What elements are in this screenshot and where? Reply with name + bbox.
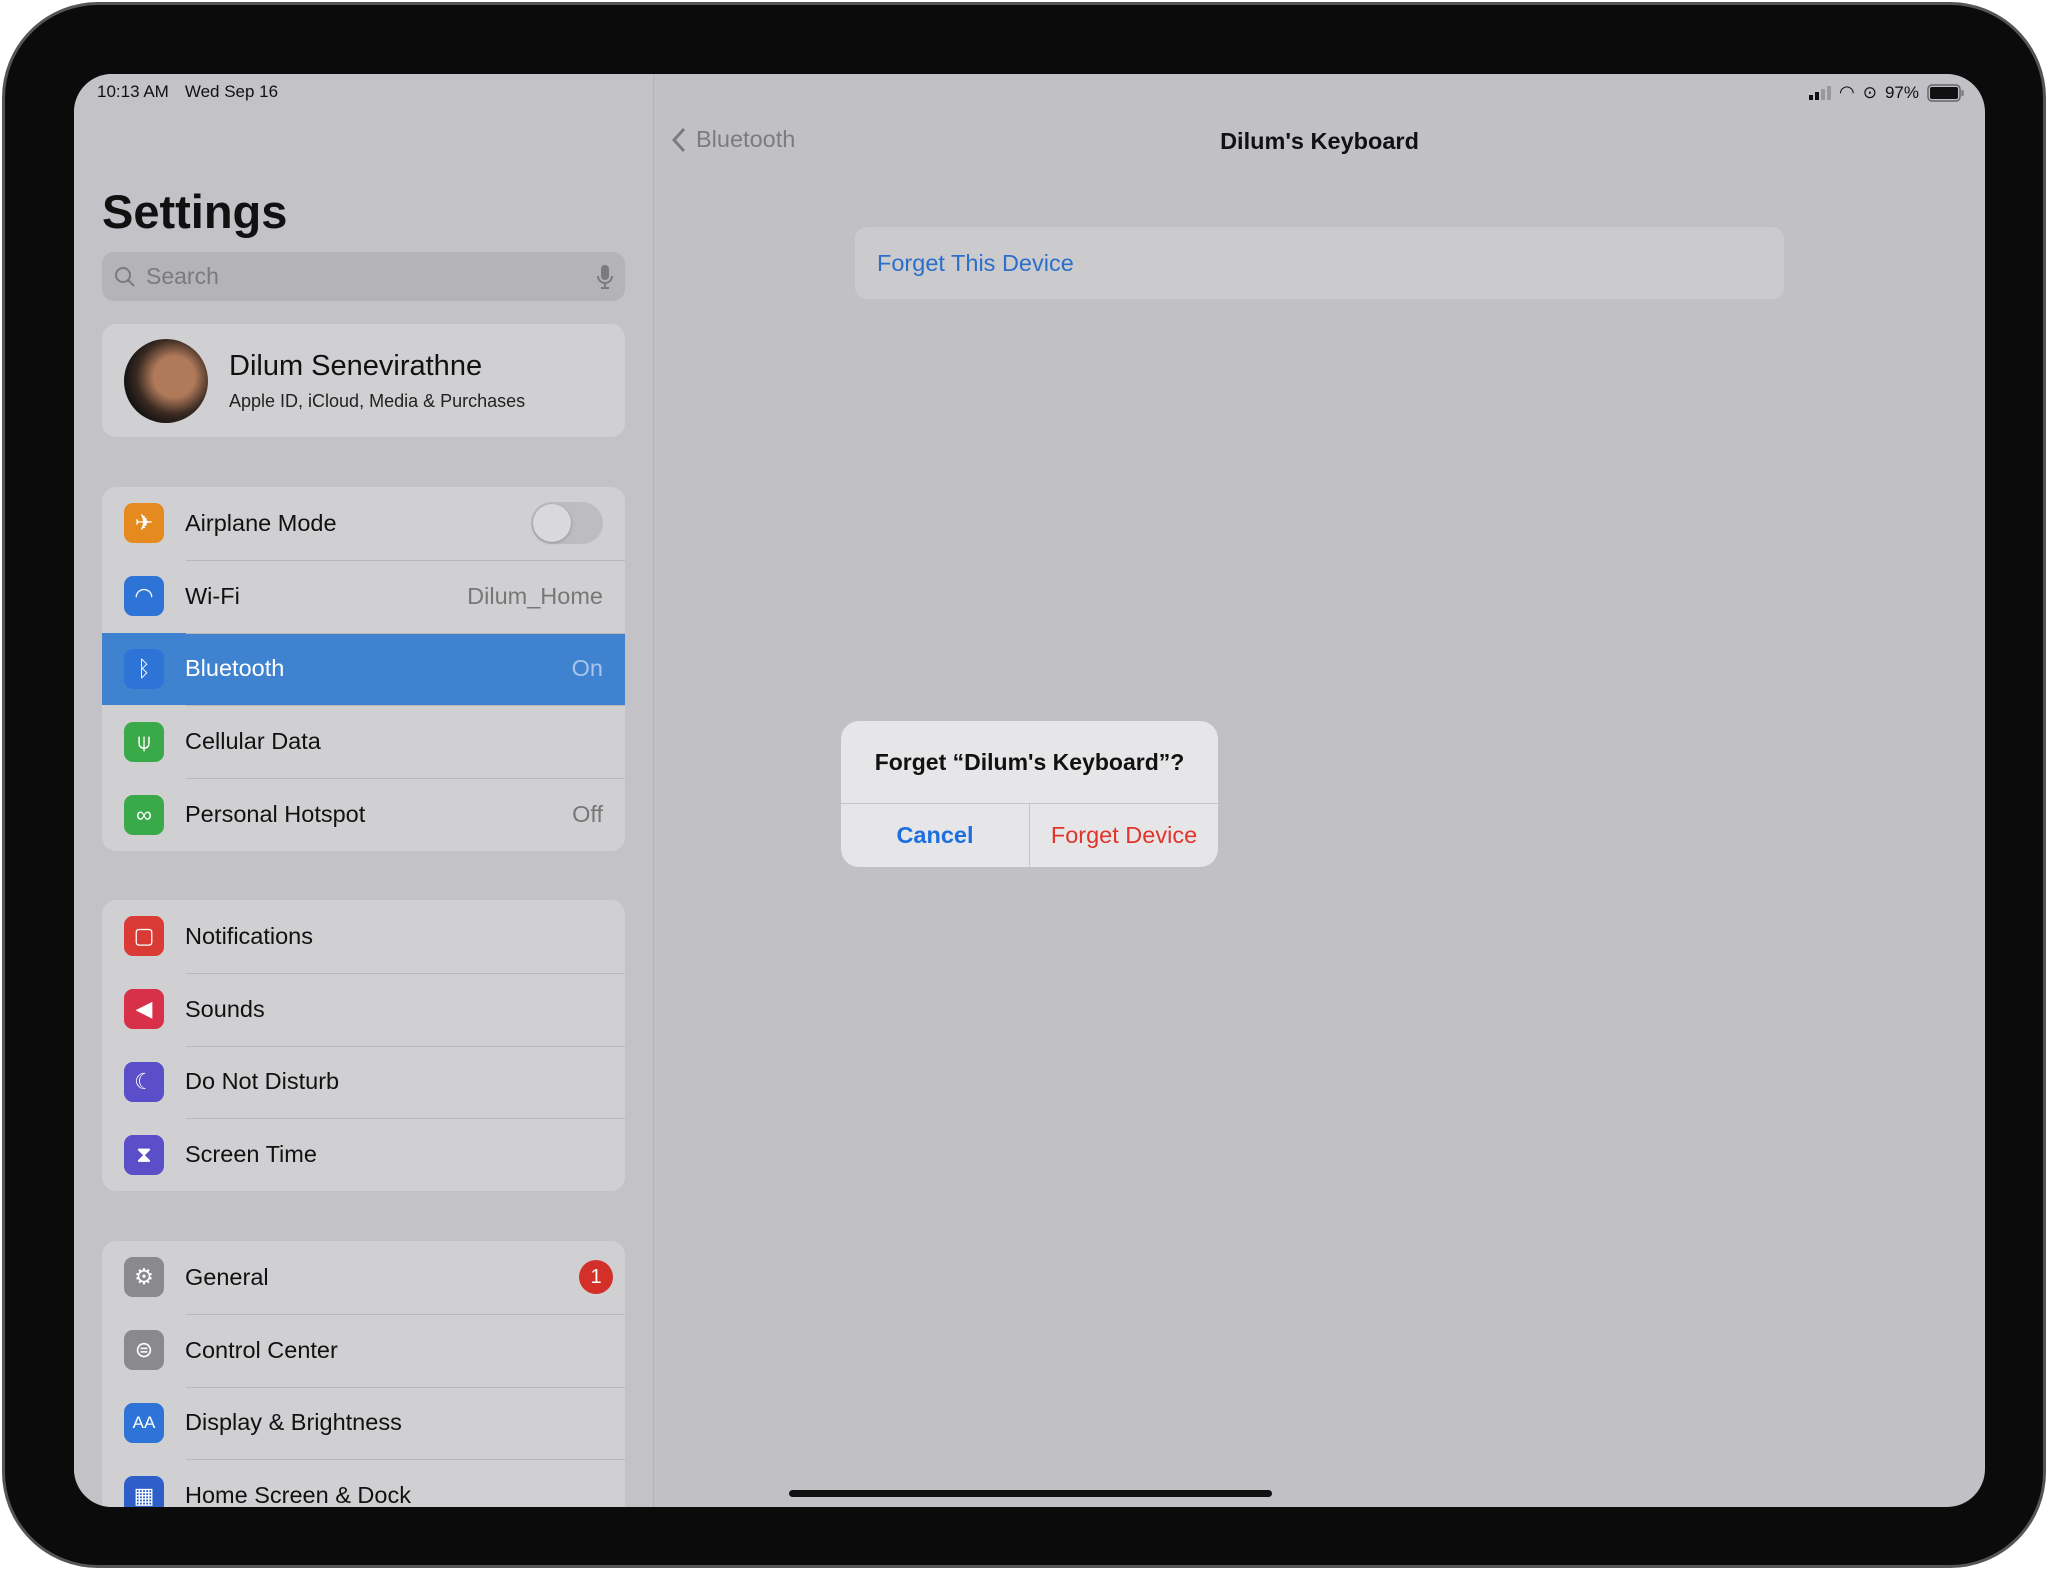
sidebar-item-display-brightness[interactable]: AA Display & Brightness [102,1386,625,1460]
screen: 10:13 AM Wed Sep 16 Settings Search Dilum… [74,74,1985,1507]
forget-device-button[interactable]: Forget Device [1030,804,1218,867]
sidebar-item-value: On [571,655,603,682]
sidebar-item-do-not-disturb[interactable]: ☾ Do Not Disturb [102,1045,625,1119]
battery-icon [1927,83,1964,102]
sidebar-item-label: Display & Brightness [185,1409,402,1436]
avatar [124,338,208,423]
bluetooth-icon: ᛒ [124,648,164,689]
page-title: Settings [102,185,288,238]
wifi-icon: ◠ [124,576,164,617]
sidebar-item-label: Sounds [185,995,265,1022]
antenna-icon: ⍦ [124,721,164,762]
status-bar-left: 10:13 AM Wed Sep 16 [97,82,294,102]
hotspot-icon: ∞ [124,794,164,835]
notifications-icon: ▢ [124,916,164,957]
sidebar-item-sounds[interactable]: ◀ Sounds [102,972,625,1046]
rotation-lock-icon: ⊙ [1862,82,1877,102]
sidebar-item-wi-fi[interactable]: ◠ Wi-Fi Dilum_Home [102,559,625,633]
status-time: 10:13 AM [97,82,169,101]
sidebar-item-label: Wi-Fi [185,582,240,609]
speaker-icon: ◀ [124,989,164,1030]
sidebar-item-general[interactable]: ⚙ General 1 [102,1241,625,1314]
apple-id-profile[interactable]: Dilum Senevirathne Apple ID, iCloud, Medi… [102,324,625,437]
microphone-icon[interactable] [597,264,613,290]
sidebar-item-label: Notifications [185,922,313,949]
sidebar-item-label: Do Not Disturb [185,1068,340,1095]
sidebar-item-cellular-data[interactable]: ⍦ Cellular Data [102,705,625,778]
detail-title: Dilum's Keyboard [1220,128,1419,154]
gear-icon: ⚙ [124,1257,164,1298]
status-date: Wed Sep 16 [184,82,279,101]
sidebar-item-value: Dilum_Home [467,582,603,609]
sidebar-item-label: Screen Time [185,1141,317,1168]
settings-group-connectivity: ✈ Airplane Mode ◠ Wi-Fi Dilum_Home ᛒ Bluetooth… [102,487,625,851]
ipad-frame: 10:13 AM Wed Sep 16 Settings Search Dilum… [2,2,2046,1568]
settings-group-notifications: ▢ Notifications ◀ Sounds ☾ Do Not Disturb ⧗ Scr… [102,900,625,1192]
hourglass-icon: ⧗ [124,1134,164,1175]
grid-icon: ▦ [124,1475,164,1507]
wifi-status-icon: ◠ [1839,82,1855,102]
update-badge: 1 [579,1260,613,1295]
sidebar-item-airplane-mode[interactable]: ✈ Airplane Mode [102,487,625,560]
sidebar-item-label: Personal Hotspot [185,801,366,828]
sidebar-item-label: Bluetooth [185,655,285,682]
sidebar-item-label: Cellular Data [185,728,321,755]
profile-subtitle: Apple ID, iCloud, Media & Purchases [229,390,526,411]
cellular-signal-icon [1809,85,1831,100]
text-size-icon: AA [124,1402,164,1443]
sidebar-item-label: Airplane Mode [185,509,337,536]
battery-percent: 97% [1884,82,1919,102]
status-bar-right: ◠ ⊙ 97% [1809,82,1965,103]
sidebar: 10:13 AM Wed Sep 16 Settings Search Dilum… [74,74,654,1507]
sidebar-item-value: Off [572,801,603,828]
sidebar-item-notifications[interactable]: ▢ Notifications [102,900,625,973]
forget-device-alert: Forget “Dilum's Keyboard”? Cancel Forget … [841,721,1218,867]
profile-name: Dilum Senevirathne [229,349,483,382]
search-placeholder: Search [146,263,219,289]
sidebar-item-personal-hotspot[interactable]: ∞ Personal Hotspot Off [102,778,625,851]
cancel-button[interactable]: Cancel [841,804,1030,867]
sidebar-item-label: Home Screen & Dock [185,1482,411,1507]
sidebar-item-label: Control Center [185,1336,338,1363]
switches-icon: ⊜ [124,1330,164,1371]
airplane-icon: ✈ [124,503,164,544]
home-indicator[interactable] [789,1490,1272,1497]
sidebar-item-screen-time[interactable]: ⧗ Screen Time [102,1118,625,1191]
sidebar-item-home-screen-dock[interactable]: ▦ Home Screen & Dock [102,1459,625,1507]
sidebar-item-control-center[interactable]: ⊜ Control Center [102,1313,625,1387]
forget-this-device-button[interactable]: Forget This Device [855,227,1784,299]
airplane-mode-toggle[interactable] [531,502,603,545]
sidebar-item-label: General [185,1263,269,1290]
settings-group-general: ⚙ General 1 ⊜ Control Center AA Display & Brig… [102,1241,625,1507]
alert-title: Forget “Dilum's Keyboard”? [841,721,1218,804]
search-icon [115,266,135,287]
search-input[interactable]: Search [102,252,625,301]
moon-icon: ☾ [124,1061,164,1102]
sidebar-item-bluetooth[interactable]: ᛒ Bluetooth On [102,632,625,706]
